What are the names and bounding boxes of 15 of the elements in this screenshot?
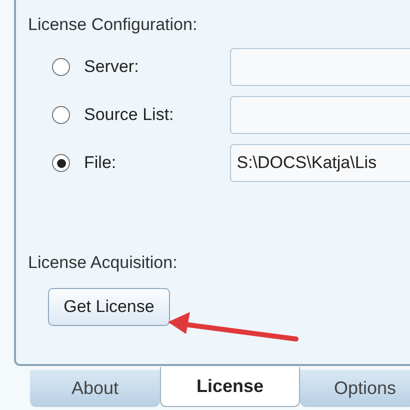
section-heading: License Acquisition: bbox=[28, 252, 178, 274]
radio-button[interactable] bbox=[52, 106, 70, 124]
option-label: Server: bbox=[84, 56, 140, 78]
input-field[interactable]: S:\DOCS\Katja\Lis bbox=[230, 144, 410, 182]
option-label: File: bbox=[84, 152, 118, 174]
input-field[interactable] bbox=[230, 48, 410, 86]
input-field[interactable] bbox=[230, 96, 410, 134]
section-heading: License Configuration: bbox=[28, 14, 198, 36]
tab[interactable]: License bbox=[160, 367, 300, 407]
option-label: Source List: bbox=[84, 104, 175, 126]
get-license-button[interactable]: Get License bbox=[48, 288, 170, 326]
radio-button[interactable] bbox=[52, 58, 70, 76]
tab[interactable]: About bbox=[30, 370, 160, 407]
tab[interactable]: Options bbox=[300, 370, 410, 407]
radio-button[interactable] bbox=[52, 154, 70, 172]
